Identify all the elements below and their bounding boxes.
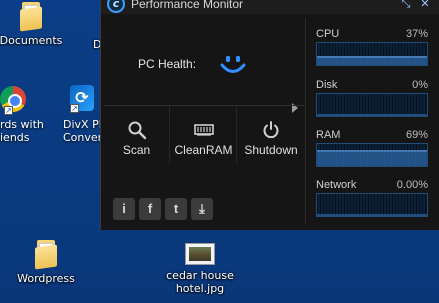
app-logo-icon: c bbox=[107, 0, 125, 13]
desktop-icon-documents[interactable]: Documents bbox=[0, 2, 76, 47]
disk-meter: Disk 0% bbox=[316, 79, 428, 117]
panel-divider bbox=[305, 18, 306, 224]
close-icon[interactable]: ✕ bbox=[419, 0, 431, 10]
desktop-icon-label: hotel.jpg bbox=[175, 282, 225, 295]
cpu-meter: CPU 37% bbox=[316, 28, 428, 66]
desktop-icon-label: cedar house bbox=[166, 269, 234, 282]
window-title: Performance Monitor bbox=[131, 0, 244, 11]
meter-name: Network bbox=[316, 179, 357, 191]
meter-value: 0.00% bbox=[396, 179, 428, 191]
smiley-health-icon bbox=[220, 56, 246, 73]
shortcut-arrow-icon: ↗ bbox=[4, 106, 13, 115]
shutdown-label: Shutdown bbox=[244, 143, 298, 157]
desktop-icon-divx[interactable]: ⟳ ↗ DivX Plu Convert bbox=[60, 82, 109, 152]
download-icon[interactable]: ⤓ bbox=[191, 198, 213, 220]
desktop-icon-label: iends bbox=[0, 131, 30, 144]
desktop-icon-label: Wordpress bbox=[17, 272, 75, 285]
folder-icon bbox=[35, 240, 57, 270]
network-graph-plot bbox=[317, 194, 427, 216]
desktop-icon-label: rds with bbox=[0, 118, 44, 131]
folder-icon bbox=[20, 2, 42, 32]
ram-graph bbox=[316, 143, 428, 167]
collapse-icon[interactable]: ⤡ bbox=[400, 0, 412, 11]
graph-level-fill bbox=[317, 56, 427, 65]
meter-value: 69% bbox=[405, 129, 428, 141]
network-meter: Network 0.00% bbox=[316, 179, 428, 217]
meter-value: 37% bbox=[405, 28, 428, 40]
performance-monitor-window: c Performance Monitor ⤡ ✕ PC Health: Sca… bbox=[100, 0, 439, 230]
meter-name: RAM bbox=[316, 129, 341, 141]
meter-name: Disk bbox=[316, 79, 338, 91]
network-graph bbox=[316, 193, 428, 217]
cpu-graph-plot bbox=[317, 43, 427, 65]
magnifier-icon bbox=[128, 121, 147, 140]
window-titlebar[interactable]: c Performance Monitor ⤡ ✕ bbox=[101, 0, 439, 14]
cleanram-label: CleanRAM bbox=[174, 143, 233, 157]
desktop-icon-label: Documents bbox=[0, 34, 63, 47]
power-icon bbox=[263, 121, 279, 139]
cpu-graph bbox=[316, 42, 428, 66]
ram-meter: RAM 69% bbox=[316, 129, 428, 167]
pc-health-label: PC Health: bbox=[138, 57, 197, 71]
scan-label: Scan bbox=[122, 143, 151, 157]
info-icon[interactable]: i bbox=[113, 198, 135, 220]
desktop-icon-wordpress[interactable]: Wordpress bbox=[1, 240, 91, 285]
cleanram-button[interactable]: CleanRAM bbox=[171, 106, 237, 164]
desktop-icon-cedar-house[interactable]: cedar house hotel.jpg bbox=[155, 243, 245, 295]
memory-chip-icon bbox=[194, 124, 214, 136]
shortcut-arrow-icon: ↗ bbox=[70, 104, 79, 113]
meter-value: 0% bbox=[412, 79, 428, 91]
meter-name: CPU bbox=[316, 28, 340, 40]
ram-graph-plot bbox=[317, 144, 427, 166]
disk-graph-plot bbox=[317, 94, 427, 116]
image-file-icon bbox=[155, 243, 245, 269]
shutdown-button[interactable]: Shutdown bbox=[238, 106, 304, 164]
twitter-icon[interactable]: t bbox=[165, 198, 187, 220]
scan-button[interactable]: Scan bbox=[104, 106, 170, 164]
desktop-icon-chrome[interactable]: ↗ rds with iends bbox=[0, 82, 50, 152]
graph-level-fill bbox=[317, 150, 427, 166]
disk-graph bbox=[316, 93, 428, 117]
facebook-icon[interactable]: f bbox=[139, 198, 161, 220]
action-toolbar: Scan CleanRAM Shutdown bbox=[104, 105, 304, 164]
